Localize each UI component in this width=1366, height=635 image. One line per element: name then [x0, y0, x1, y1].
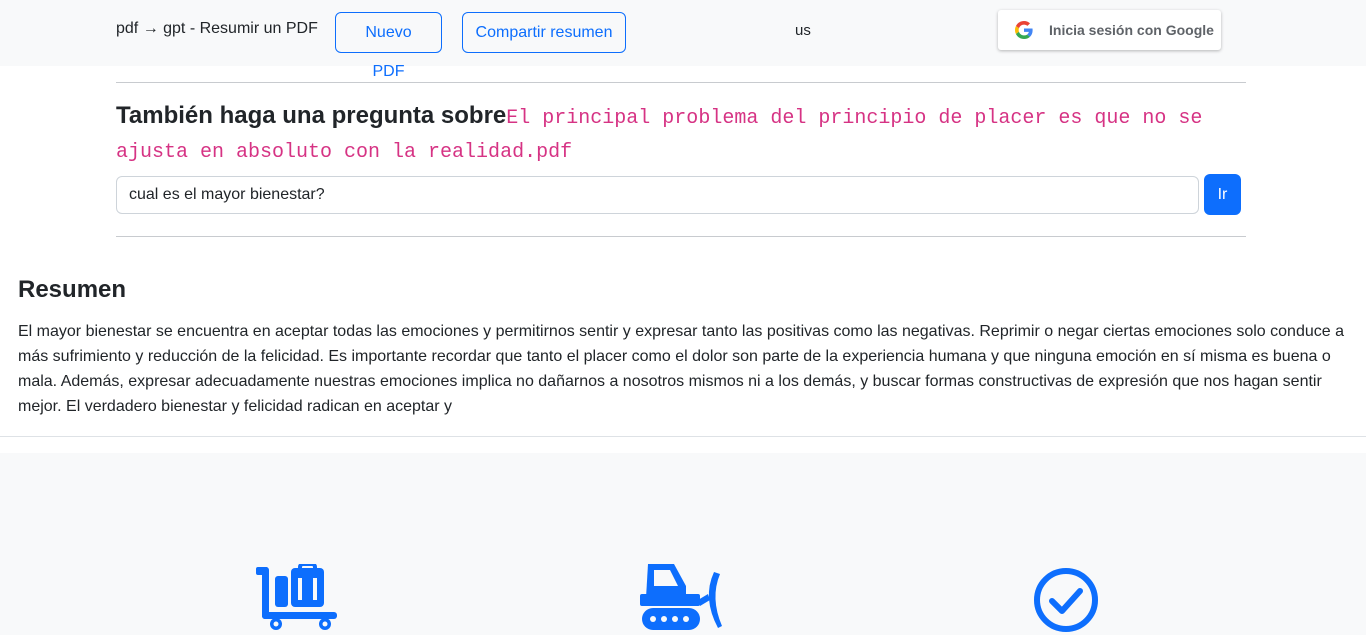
features-section [0, 453, 1366, 635]
divider [116, 236, 1246, 237]
navbar: pdf → gpt - Resumir un PDF Nuevo PDF Com… [0, 0, 1366, 80]
language-selector[interactable]: us [795, 22, 811, 39]
brand-title: pdf → gpt - Resumir un PDF [116, 20, 318, 37]
luggage-cart-icon [256, 564, 337, 630]
bulldozer-icon [640, 564, 722, 630]
question-title-prefix: También haga una pregunta sobre [116, 102, 507, 129]
google-signin-button[interactable]: Inicia sesión con Google [998, 10, 1221, 50]
summary-heading: Resumen [18, 276, 127, 303]
google-signin-label: Inicia sesión con Google [1049, 22, 1214, 38]
summary-text: El mayor bienestar se encuentra en acept… [18, 323, 1344, 415]
google-icon [1015, 21, 1033, 39]
divider [116, 82, 1246, 83]
new-pdf-button[interactable]: Nuevo PDF [335, 12, 442, 80]
submit-question-button[interactable]: Ir [1204, 174, 1241, 215]
divider [0, 436, 1366, 437]
question-input[interactable] [116, 176, 1199, 214]
check-circle-icon [1034, 568, 1098, 632]
share-summary-button[interactable]: Compartir resumen [462, 12, 626, 53]
question-heading: También haga una pregunta sobreEl princi… [116, 100, 1246, 168]
